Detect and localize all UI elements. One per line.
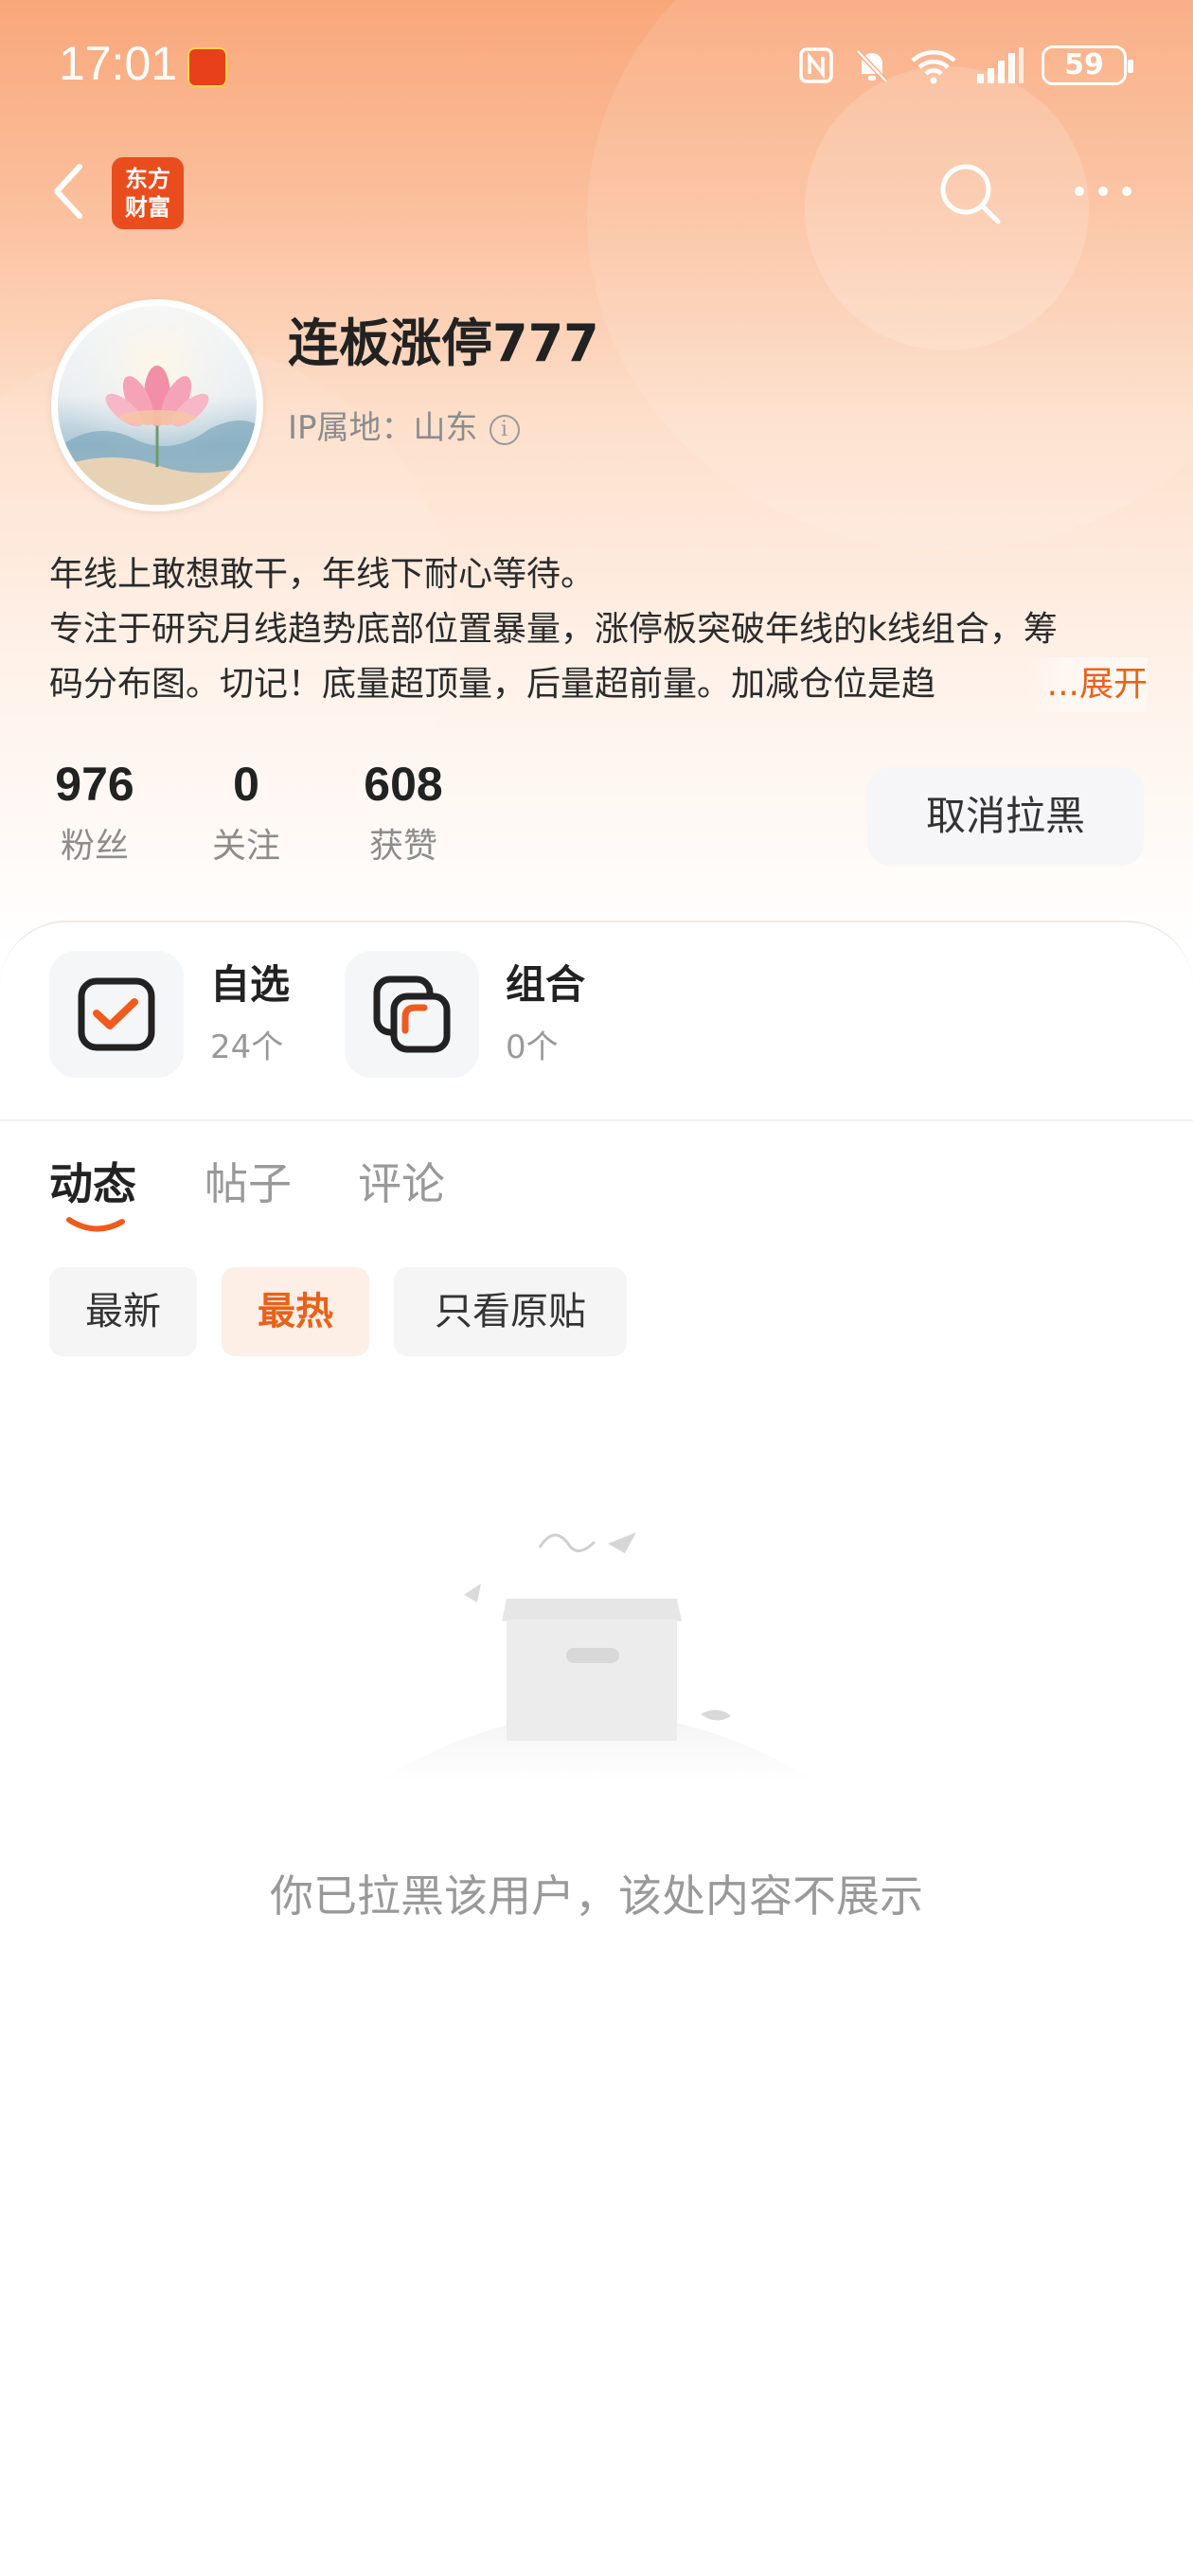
app-logo[interactable]: 东方财富 (112, 157, 184, 229)
fans-label: 粉丝 (60, 827, 129, 866)
bio-line: 码分布图。切记！底量超顶量，后量超前量。加减仓位是趋 (49, 665, 936, 704)
ip-location: IP属地：山东 i (288, 402, 520, 448)
fans-count: 976 (55, 758, 134, 811)
active-tab-indicator (66, 1217, 125, 1232)
likes-count: 608 (364, 758, 443, 811)
status-time: 17:01 (59, 37, 178, 90)
bio-line: 年线上敢想敢干，年线下耐心等待。 (49, 555, 596, 594)
avatar[interactable] (51, 299, 263, 511)
empty-box-illustration (379, 1532, 814, 1780)
bio-line: 专注于研究月线趋势底部位置暴量，涨停板突破年线的k线组合，筹 (49, 610, 1058, 649)
likes-stat[interactable]: 608 获赞 (354, 756, 453, 868)
section-divider (0, 1119, 1193, 1121)
signal-icon (977, 47, 1024, 83)
tab-posts[interactable]: 帖子 (205, 1150, 292, 1212)
ip-location-text: IP属地：山东 (288, 409, 478, 447)
portfolio-stack-icon (373, 975, 451, 1053)
expand-bio-link[interactable]: ...展开 (1027, 657, 1148, 712)
following-label: 关注 (211, 827, 280, 866)
tab-comments[interactable]: 评论 (358, 1150, 445, 1212)
notification-app-icon (187, 47, 227, 87)
empty-state-message: 你已拉黑该用户，该处内容不展示 (270, 1870, 923, 1922)
following-stat[interactable]: 0 关注 (199, 756, 294, 868)
battery-icon: 59 (1042, 45, 1133, 85)
lotus-avatar-image (58, 306, 257, 505)
search-icon[interactable] (935, 159, 1004, 227)
back-arrow-icon[interactable] (42, 157, 98, 225)
watchlist-title[interactable]: 自选 (210, 953, 290, 1011)
bio-line-last: 码分布图。切记！底量超顶量，后量超前量。加减仓位是趋 ...展开 (49, 657, 1148, 712)
filter-latest[interactable]: 最新 (49, 1267, 197, 1356)
portfolio-title[interactable]: 组合 (506, 953, 585, 1011)
tab-dynamics[interactable]: 动态 (49, 1150, 136, 1212)
following-count: 0 (233, 758, 259, 811)
info-icon[interactable]: i (489, 414, 520, 445)
bio: 年线上敢想敢干，年线下耐心等待。 专注于研究月线趋势底部位置暴量，涨停板突破年线… (49, 547, 1148, 712)
status-bar: 17:01 59 (0, 28, 1193, 108)
filter-original-only[interactable]: 只看原贴 (394, 1267, 627, 1356)
likes-label: 获赞 (368, 827, 437, 866)
watchlist-shortcut[interactable] (49, 951, 184, 1078)
wifi-icon (911, 50, 956, 84)
fans-stat[interactable]: 976 粉丝 (47, 756, 142, 868)
nfc-icon (799, 47, 833, 83)
filter-hottest[interactable]: 最热 (222, 1267, 369, 1356)
status-icons: 59 (797, 45, 1133, 85)
username: 连板涨停777 (288, 313, 599, 373)
watchlist-checkbox-icon (78, 977, 155, 1051)
app-logo-text: 东方财富 (125, 166, 170, 221)
unblock-button[interactable]: 取消拉黑 (867, 767, 1144, 866)
portfolio-shortcut[interactable] (345, 951, 479, 1078)
bell-muted-icon (856, 49, 888, 83)
watchlist-count: 24个 (210, 1029, 284, 1066)
more-icon[interactable] (1070, 170, 1136, 212)
portfolio-count: 0个 (506, 1029, 559, 1066)
